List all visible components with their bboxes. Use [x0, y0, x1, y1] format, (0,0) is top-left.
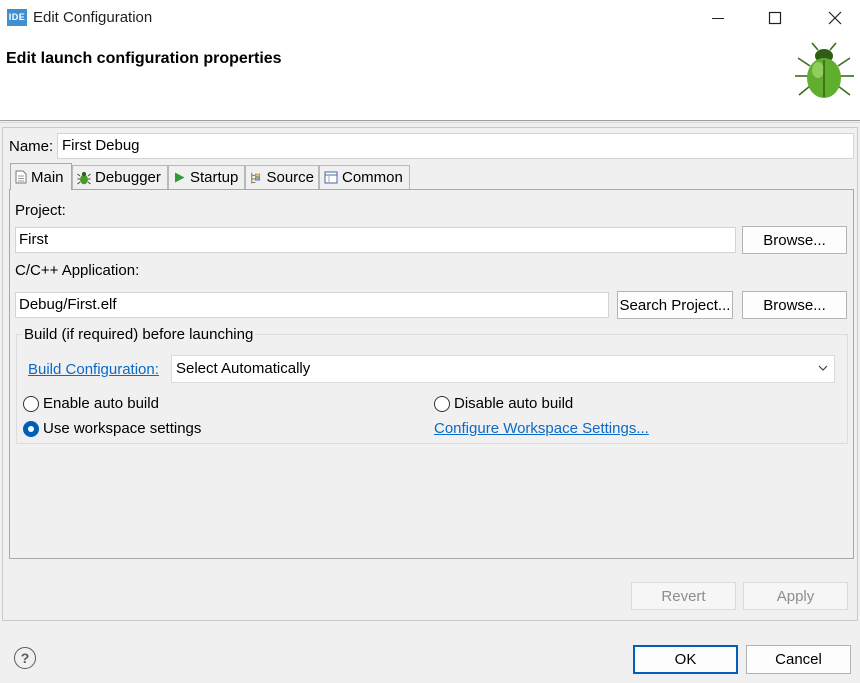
header-separator — [0, 120, 860, 121]
help-icon[interactable]: ? — [14, 647, 36, 669]
play-icon — [175, 172, 185, 183]
minimize-icon — [712, 18, 724, 19]
project-browse-button[interactable]: Browse... — [742, 226, 847, 254]
apply-button[interactable]: Apply — [743, 582, 848, 610]
tab-debugger[interactable]: Debugger — [72, 165, 168, 189]
build-configuration-link[interactable]: Build Configuration: — [28, 361, 159, 378]
cancel-button[interactable]: Cancel — [746, 645, 851, 674]
minimize-button[interactable] — [695, 0, 741, 36]
ok-button[interactable]: OK — [633, 645, 738, 674]
application-label: C/C++ Application: — [15, 262, 140, 279]
document-icon — [15, 170, 27, 184]
window-title: Edit Configuration — [33, 9, 153, 26]
search-project-button[interactable]: Search Project... — [617, 291, 733, 319]
tab-source-label: Source — [266, 169, 314, 186]
debug-bug-icon — [795, 42, 854, 98]
tab-startup[interactable]: Startup — [168, 165, 245, 189]
disable-auto-build-label: Disable auto build — [454, 395, 574, 412]
dialog-header — [0, 36, 860, 120]
configure-workspace-settings-link[interactable]: Configure Workspace Settings... — [434, 420, 649, 437]
tab-startup-label: Startup — [190, 169, 239, 186]
name-field[interactable]: First Debug — [57, 133, 854, 159]
enable-auto-build-radio[interactable] — [23, 396, 39, 412]
project-label: Project: — [15, 202, 66, 219]
header-separator-light — [0, 122, 860, 123]
header-title: Edit launch configuration properties — [6, 50, 282, 67]
application-field[interactable]: Debug/First.elf — [15, 292, 609, 318]
enable-auto-build-label: Enable auto build — [43, 395, 159, 412]
build-configuration-select[interactable]: Select Automatically — [171, 355, 835, 383]
use-workspace-settings-radio[interactable] — [23, 421, 39, 437]
tab-main-label: Main — [31, 168, 64, 186]
tab-debugger-label: Debugger — [95, 169, 161, 186]
close-icon — [828, 11, 842, 25]
use-workspace-settings-label: Use workspace settings — [43, 420, 202, 437]
maximize-icon — [768, 11, 782, 25]
tab-main[interactable]: Main — [10, 163, 72, 190]
tab-source[interactable]: Source — [245, 165, 319, 189]
tab-common[interactable]: Common — [319, 165, 410, 189]
table-icon — [324, 171, 338, 184]
maximize-button[interactable] — [752, 0, 798, 36]
name-label: Name: — [9, 138, 54, 155]
disable-auto-build-radio[interactable] — [434, 396, 450, 412]
project-field[interactable]: First — [15, 227, 736, 253]
chevron-down-icon — [818, 365, 828, 371]
build-group-title: Build (if required) before launching — [22, 326, 256, 343]
application-browse-button[interactable]: Browse... — [742, 291, 847, 319]
revert-button[interactable]: Revert — [631, 582, 736, 610]
source-icon — [251, 172, 261, 183]
close-button[interactable] — [812, 0, 858, 36]
tab-common-label: Common — [342, 169, 403, 186]
bug-icon — [77, 171, 91, 184]
app-icon: IDE — [7, 9, 27, 26]
